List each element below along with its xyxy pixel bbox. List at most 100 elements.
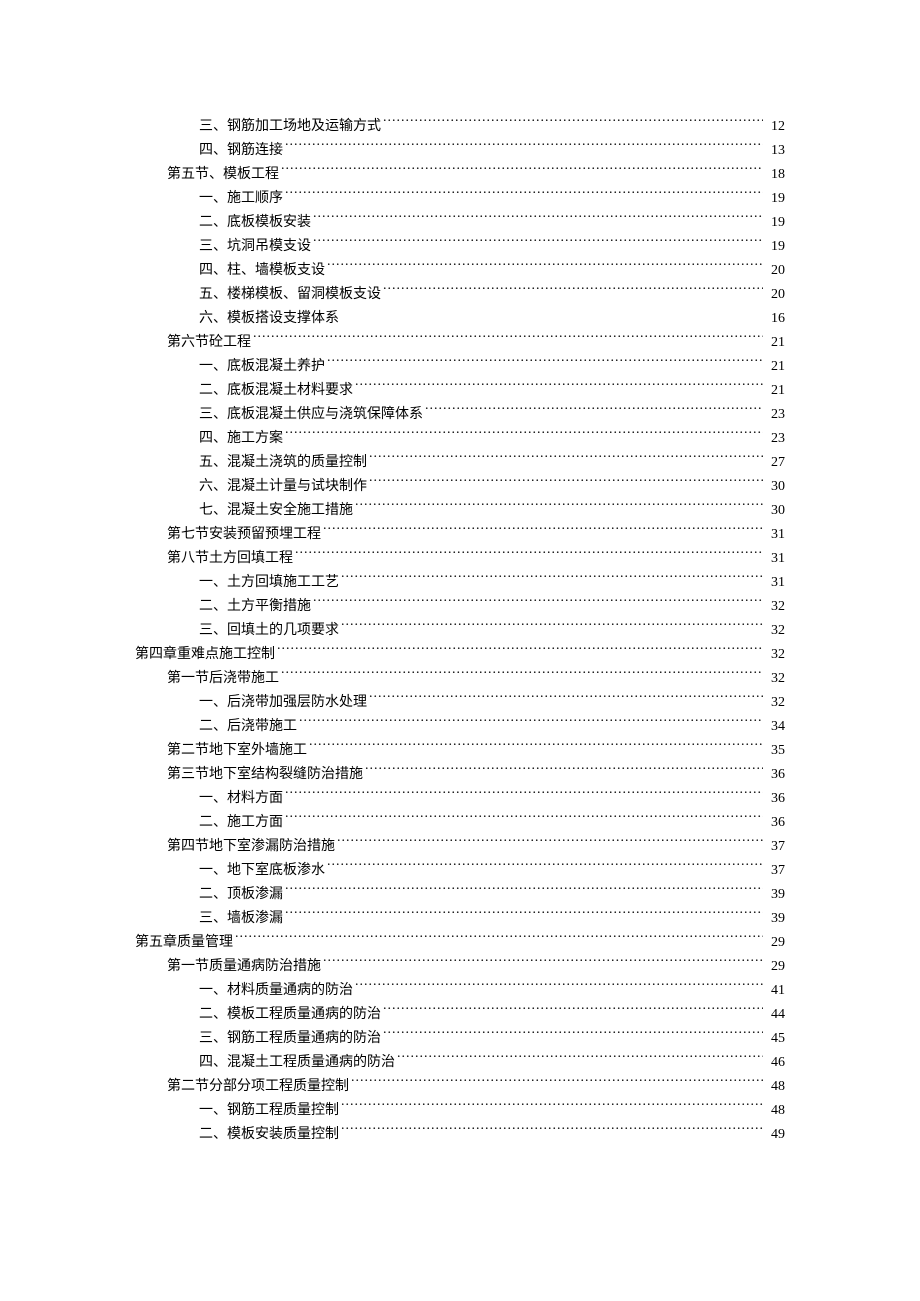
toc-label: 四、钢筋连接 [199,139,283,163]
toc-label: 四、柱、墙模板支设 [199,259,325,283]
toc-leader [327,260,763,274]
toc-entry: 三、钢筋加工场地及运输方式12 [135,115,785,139]
toc-leader [341,1124,763,1138]
toc-entry: 二、顶板渗漏39 [135,883,785,907]
toc-leader [323,956,763,970]
toc-page-number: 34 [765,715,785,739]
toc-leader [313,236,763,250]
toc-leader [299,716,763,730]
toc-page-number: 16 [765,307,785,331]
toc-entry: 一、地下室底板渗水 37 [135,859,785,883]
toc-label: 五、混凝土浇筑的质量控制 [199,451,367,475]
toc-leader [285,428,763,442]
toc-page-number: 30 [765,475,785,499]
toc-label: 第四章重难点施工控制 [135,643,275,667]
toc-leader [281,668,763,682]
toc-entry: 三、坑洞吊模支设 19 [135,235,785,259]
toc-leader [281,164,763,178]
toc-entry: 一、后浇带加强层防水处理32 [135,691,785,715]
toc-page-number: 27 [765,451,785,475]
toc-page-number: 20 [765,259,785,283]
toc-page-number: 18 [765,163,785,187]
toc-entry: 六、混凝土计量与试块制作30 [135,475,785,499]
toc-page-number: 23 [765,403,785,427]
toc-page-number: 39 [765,907,785,931]
toc-page-number: 32 [765,643,785,667]
toc-leader [383,1028,763,1042]
toc-label: 第二节分部分项工程质量控制 [167,1075,349,1099]
toc-leader [285,788,763,802]
toc-page-number: 49 [765,1123,785,1147]
toc-label: 七、混凝土安全施工措施 [199,499,353,523]
toc-page-number: 36 [765,763,785,787]
toc-label: 二、模板安装质量控制 [199,1123,339,1147]
toc-entry: 三、底板混凝土供应与浇筑保障体系23 [135,403,785,427]
toc-page-number: 37 [765,859,785,883]
toc-leader [309,740,763,754]
toc-page-number: 35 [765,739,785,763]
toc-leader [285,908,763,922]
toc-page-number: 48 [765,1099,785,1123]
toc-page-number: 32 [765,667,785,691]
toc-leader [383,1004,763,1018]
toc-leader [383,284,763,298]
toc-label: 一、后浇带加强层防水处理 [199,691,367,715]
toc-label: 二、后浇带施工 [199,715,297,739]
toc-entry: 七、混凝土安全施工措施 30 [135,499,785,523]
toc-leader [295,548,763,562]
toc-page-number: 36 [765,811,785,835]
toc-page-number: 19 [765,235,785,259]
toc-leader [313,596,763,610]
toc-label: 三、回填土的几项要求 [199,619,339,643]
toc-page-number: 21 [765,331,785,355]
toc-entry: 五、楼梯模板、留洞模板支设 20 [135,283,785,307]
toc-entry: 第五章质量管理29 [135,931,785,955]
toc-page-number: 46 [765,1051,785,1075]
toc-entry: 一、土方回填施工工艺31 [135,571,785,595]
toc-page-number: 19 [765,187,785,211]
toc-entry: 第六节砼工程21 [135,331,785,355]
toc-label: 一、地下室底板渗水 [199,859,325,883]
toc-label: 第二节地下室外墙施工 [167,739,307,763]
toc-leader [369,452,763,466]
toc-entry: 第五节、模板工程 18 [135,163,785,187]
toc-entry: 第二节分部分项工程质量控制48 [135,1075,785,1099]
toc-label: 一、材料方面 [199,787,283,811]
toc-label: 第三节地下室结构裂缝防治措施 [167,763,363,787]
toc-entry: 第二节地下室外墙施工 35 [135,739,785,763]
toc-page-number: 29 [765,955,785,979]
toc-label: 二、施工方面 [199,811,283,835]
toc-page-number: 31 [765,547,785,571]
toc-leader [253,332,763,346]
toc-label: 一、材料质量通病的防治 [199,979,353,1003]
toc-label: 五、楼梯模板、留洞模板支设 [199,283,381,307]
toc-page-number: 23 [765,427,785,451]
toc-leader [355,380,763,394]
toc-leader [425,404,763,418]
toc-leader [337,836,763,850]
toc-label: 三、坑洞吊模支设 [199,235,311,259]
toc-page-number: 13 [765,139,785,163]
toc-leader [351,1076,763,1090]
toc-entry: 一、底板混凝土养护21 [135,355,785,379]
toc-label: 二、顶板渗漏 [199,883,283,907]
toc-leader [369,692,763,706]
toc-leader [397,1052,763,1066]
toc-page-number: 44 [765,1003,785,1027]
toc-label: 三、墙板渗漏 [199,907,283,931]
toc-page-number: 30 [765,499,785,523]
toc-label: 二、模板工程质量通病的防治 [199,1003,381,1027]
toc-label: 一、底板混凝土养护 [199,355,325,379]
toc-entry: 一、材料方面36 [135,787,785,811]
toc-label: 第五章质量管理 [135,931,233,955]
toc-label: 六、模板搭设支撑体系 [199,307,339,331]
toc-page-number: 41 [765,979,785,1003]
toc-entry: 四、混凝土工程质量通病的防治46 [135,1051,785,1075]
toc-entry: 第三节地下室结构裂缝防治措施 36 [135,763,785,787]
toc-page-number: 20 [765,283,785,307]
toc-label: 第五节、模板工程 [167,163,279,187]
toc-label: 第一节质量通病防治措施 [167,955,321,979]
toc-page-number: 21 [765,379,785,403]
toc-page-number: 12 [765,115,785,139]
toc-entry: 第四章重难点施工控制 32 [135,643,785,667]
